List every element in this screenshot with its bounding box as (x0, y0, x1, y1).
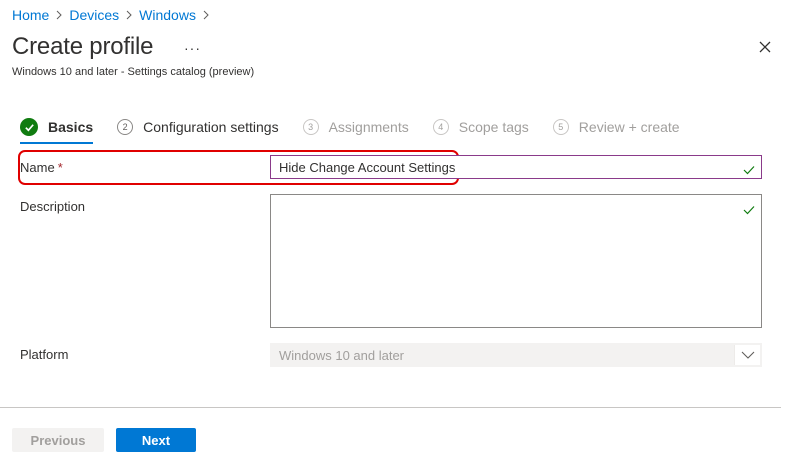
page-subtitle: Windows 10 and later - Settings catalog … (12, 66, 255, 78)
step-label: Review + create (578, 119, 680, 135)
platform-select[interactable]: Windows 10 and later (270, 343, 762, 367)
name-label-text: Name (20, 160, 55, 175)
step-label: Assignments (328, 119, 409, 135)
step-label: Scope tags (458, 119, 529, 135)
step-number: 2 (117, 119, 134, 135)
footer-divider (0, 407, 781, 408)
next-button[interactable]: Next (116, 428, 196, 452)
chevron-right-icon (119, 6, 139, 24)
step-number: 3 (302, 119, 319, 135)
step-label: Basics (48, 119, 94, 135)
wizard-steps: Basics 2 Configuration settings 3 Assign… (20, 116, 704, 144)
breadcrumb-devices[interactable]: Devices (69, 7, 119, 23)
description-label: Description (20, 199, 86, 214)
name-label: Name * (20, 160, 63, 175)
tab-configuration-settings[interactable]: 2 Configuration settings (117, 116, 279, 138)
platform-label: Platform (20, 347, 69, 362)
tab-basics[interactable]: Basics (20, 116, 94, 144)
checkmark-icon (743, 163, 755, 175)
checkmark-icon (743, 202, 755, 215)
tab-scope-tags[interactable]: 4 Scope tags (432, 116, 529, 138)
tab-assignments[interactable]: 3 Assignments (302, 116, 409, 138)
name-field-value: Hide Change Account Settings (279, 159, 456, 175)
chevron-right-icon (196, 6, 216, 24)
name-field[interactable]: Hide Change Account Settings (270, 155, 762, 179)
step-number: 5 (552, 119, 569, 135)
tab-review-create[interactable]: 5 Review + create (552, 116, 680, 138)
platform-select-value: Windows 10 and later (279, 347, 405, 363)
page-title: Create profile (12, 33, 154, 60)
checkmark-circle-icon (20, 118, 38, 136)
chevron-right-icon (49, 6, 69, 24)
breadcrumb-home[interactable]: Home (12, 7, 49, 23)
breadcrumb-windows[interactable]: Windows (139, 7, 196, 23)
previous-button[interactable]: Previous (12, 428, 104, 452)
step-label: Configuration settings (143, 119, 279, 135)
required-marker: * (57, 160, 63, 175)
chevron-down-icon (734, 345, 760, 365)
description-field[interactable] (270, 194, 762, 328)
more-options-button[interactable]: ··· (184, 40, 201, 56)
breadcrumb: Home Devices Windows (12, 6, 216, 24)
step-number: 4 (432, 119, 449, 135)
close-icon[interactable] (757, 39, 773, 55)
